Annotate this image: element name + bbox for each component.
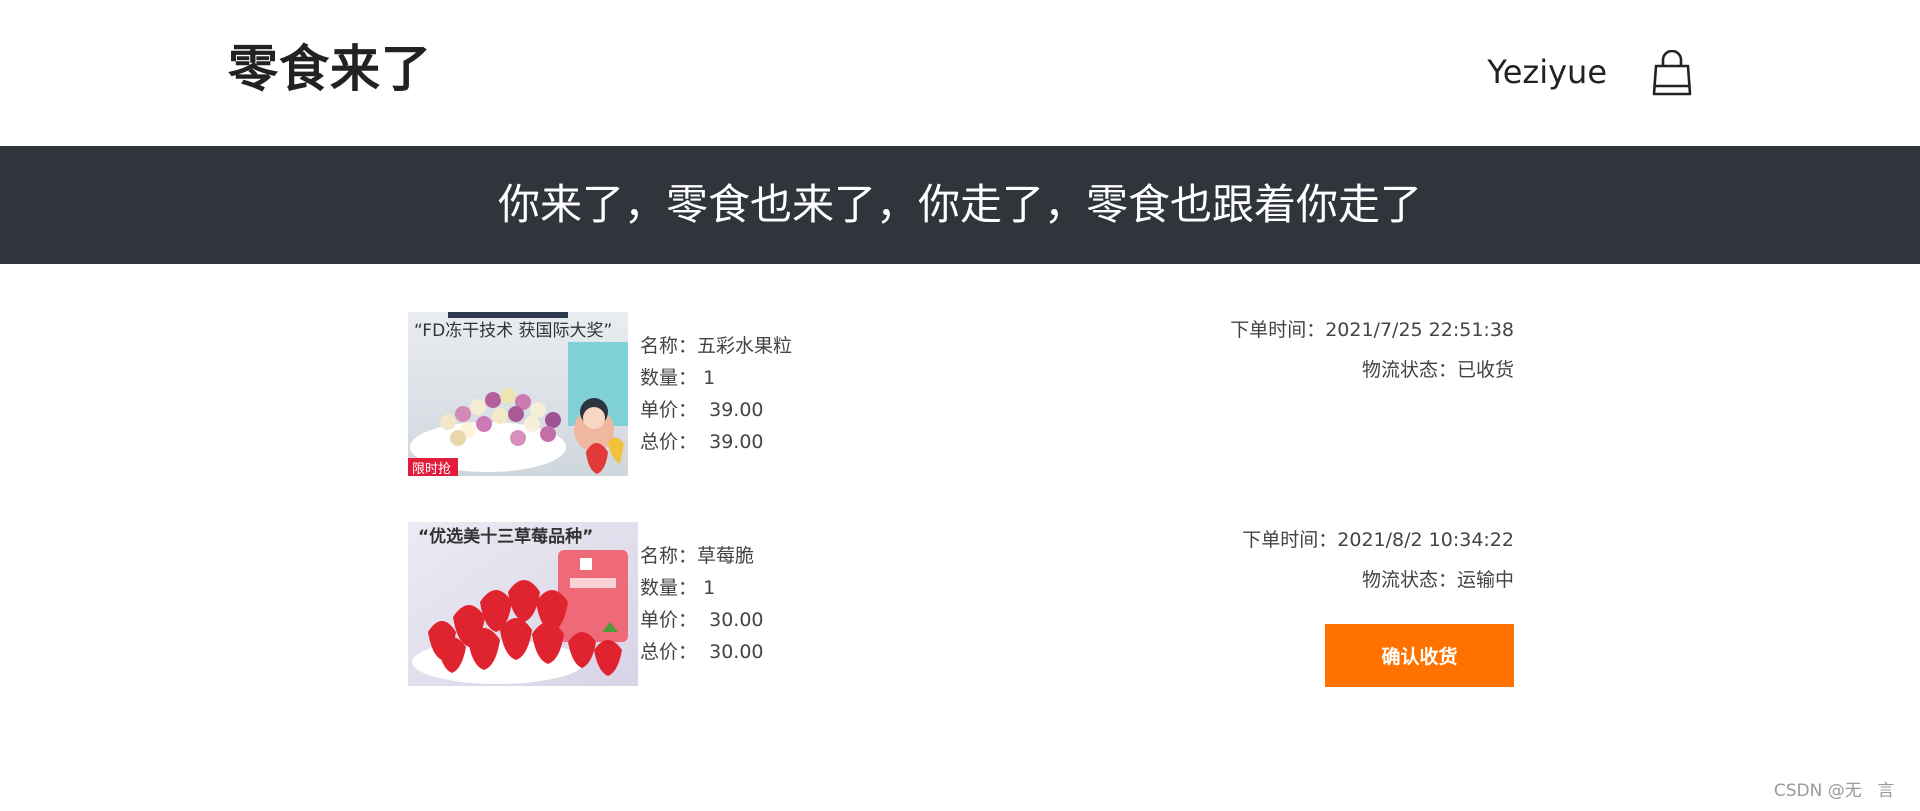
order-meta: 下单时间：2021/7/25 22:51:38 物流状态：已收货: [1230, 310, 1514, 390]
quantity-value: 1: [703, 367, 716, 389]
image-badge: 限时抢: [412, 461, 451, 476]
page: 零食来了 Yeziyue 你来了，零食也来了，你走了，零食也跟着你走了 “FD冻…: [0, 0, 1920, 811]
product-image[interactable]: “FD冻干技术 获国际大奖” 限时抢: [408, 312, 628, 476]
username-link[interactable]: Yeziyue: [1487, 50, 1607, 94]
order-meta: 下单时间：2021/8/2 10:34:22 物流状态：运输中: [1242, 520, 1514, 600]
order-info: 名称：草莓脆 数量： 1 单价： 30.00 总价： 30.00: [640, 540, 764, 668]
name-row: 名称：五彩水果粒: [640, 330, 792, 362]
header: 零食来了 Yeziyue: [0, 0, 1920, 146]
quantity-value: 1: [703, 577, 716, 599]
order-time-value: 2021/7/25 22:51:38: [1325, 319, 1514, 341]
watermark: CSDN @无ﾠ言ﾠ: [1773, 781, 1910, 801]
unit-price-row: 单价： 30.00: [640, 604, 764, 636]
banner-text: 你来了，零食也来了，你走了，零食也跟着你走了: [497, 180, 1422, 229]
order-item: “FD冻干技术 获国际大奖” 限时抢 名称：五彩水果粒 数量： 1 单价： 39…: [408, 310, 1514, 480]
shopping-bag-icon[interactable]: [1650, 49, 1694, 98]
total-price-value: 39.00: [709, 431, 764, 453]
total-price-row: 总价： 30.00: [640, 636, 764, 668]
order-info: 名称：五彩水果粒 数量： 1 单价： 39.00 总价： 39.00: [640, 330, 792, 458]
order-time-row: 下单时间：2021/8/2 10:34:22: [1242, 520, 1514, 560]
shipping-status-value: 运输中: [1456, 569, 1514, 591]
total-price-value: 30.00: [709, 641, 764, 663]
unit-price-value: 39.00: [709, 399, 764, 421]
unit-price-value: 30.00: [709, 609, 764, 631]
product-name: 五彩水果粒: [697, 335, 793, 357]
total-price-label: 总价：: [640, 431, 698, 453]
quantity-label: 数量：: [640, 367, 698, 389]
name-label: 名称：: [640, 335, 698, 357]
name-label: 名称：: [640, 545, 698, 567]
shipping-status-label: 物流状态：: [1361, 569, 1457, 591]
order-time-value: 2021/8/2 10:34:22: [1337, 529, 1514, 551]
site-logo[interactable]: 零食来了: [228, 36, 432, 102]
order-time-label: 下单时间：: [1230, 319, 1326, 341]
order-item: “优选美十三草莓品种” 名称：草莓脆 数量： 1 单价： 30.00 总价： 3…: [408, 520, 1514, 690]
shipping-status-row: 物流状态：运输中: [1242, 560, 1514, 600]
slogan-banner: 你来了，零食也来了，你走了，零食也跟着你走了: [0, 146, 1920, 264]
total-price-row: 总价： 39.00: [640, 426, 792, 458]
unit-price-label: 单价：: [640, 399, 698, 421]
order-time-row: 下单时间：2021/7/25 22:51:38: [1230, 310, 1514, 350]
product-image[interactable]: “优选美十三草莓品种”: [408, 522, 638, 686]
name-row: 名称：草莓脆: [640, 540, 764, 572]
quantity-label: 数量：: [640, 577, 698, 599]
image-caption: “优选美十三草莓品种”: [418, 526, 593, 547]
image-caption: “FD冻干技术 获国际大奖”: [414, 321, 612, 341]
quantity-row: 数量： 1: [640, 362, 792, 394]
shipping-status-row: 物流状态：已收货: [1230, 350, 1514, 390]
order-list: “FD冻干技术 获国际大奖” 限时抢 名称：五彩水果粒 数量： 1 单价： 39…: [408, 310, 1514, 730]
confirm-receipt-button[interactable]: 确认收货: [1325, 624, 1514, 687]
shipping-status-value: 已收货: [1456, 359, 1514, 381]
order-time-label: 下单时间：: [1242, 529, 1338, 551]
shipping-status-label: 物流状态：: [1361, 359, 1457, 381]
quantity-row: 数量： 1: [640, 572, 764, 604]
total-price-label: 总价：: [640, 641, 698, 663]
product-name: 草莓脆: [697, 545, 755, 567]
unit-price-row: 单价： 39.00: [640, 394, 792, 426]
unit-price-label: 单价：: [640, 609, 698, 631]
